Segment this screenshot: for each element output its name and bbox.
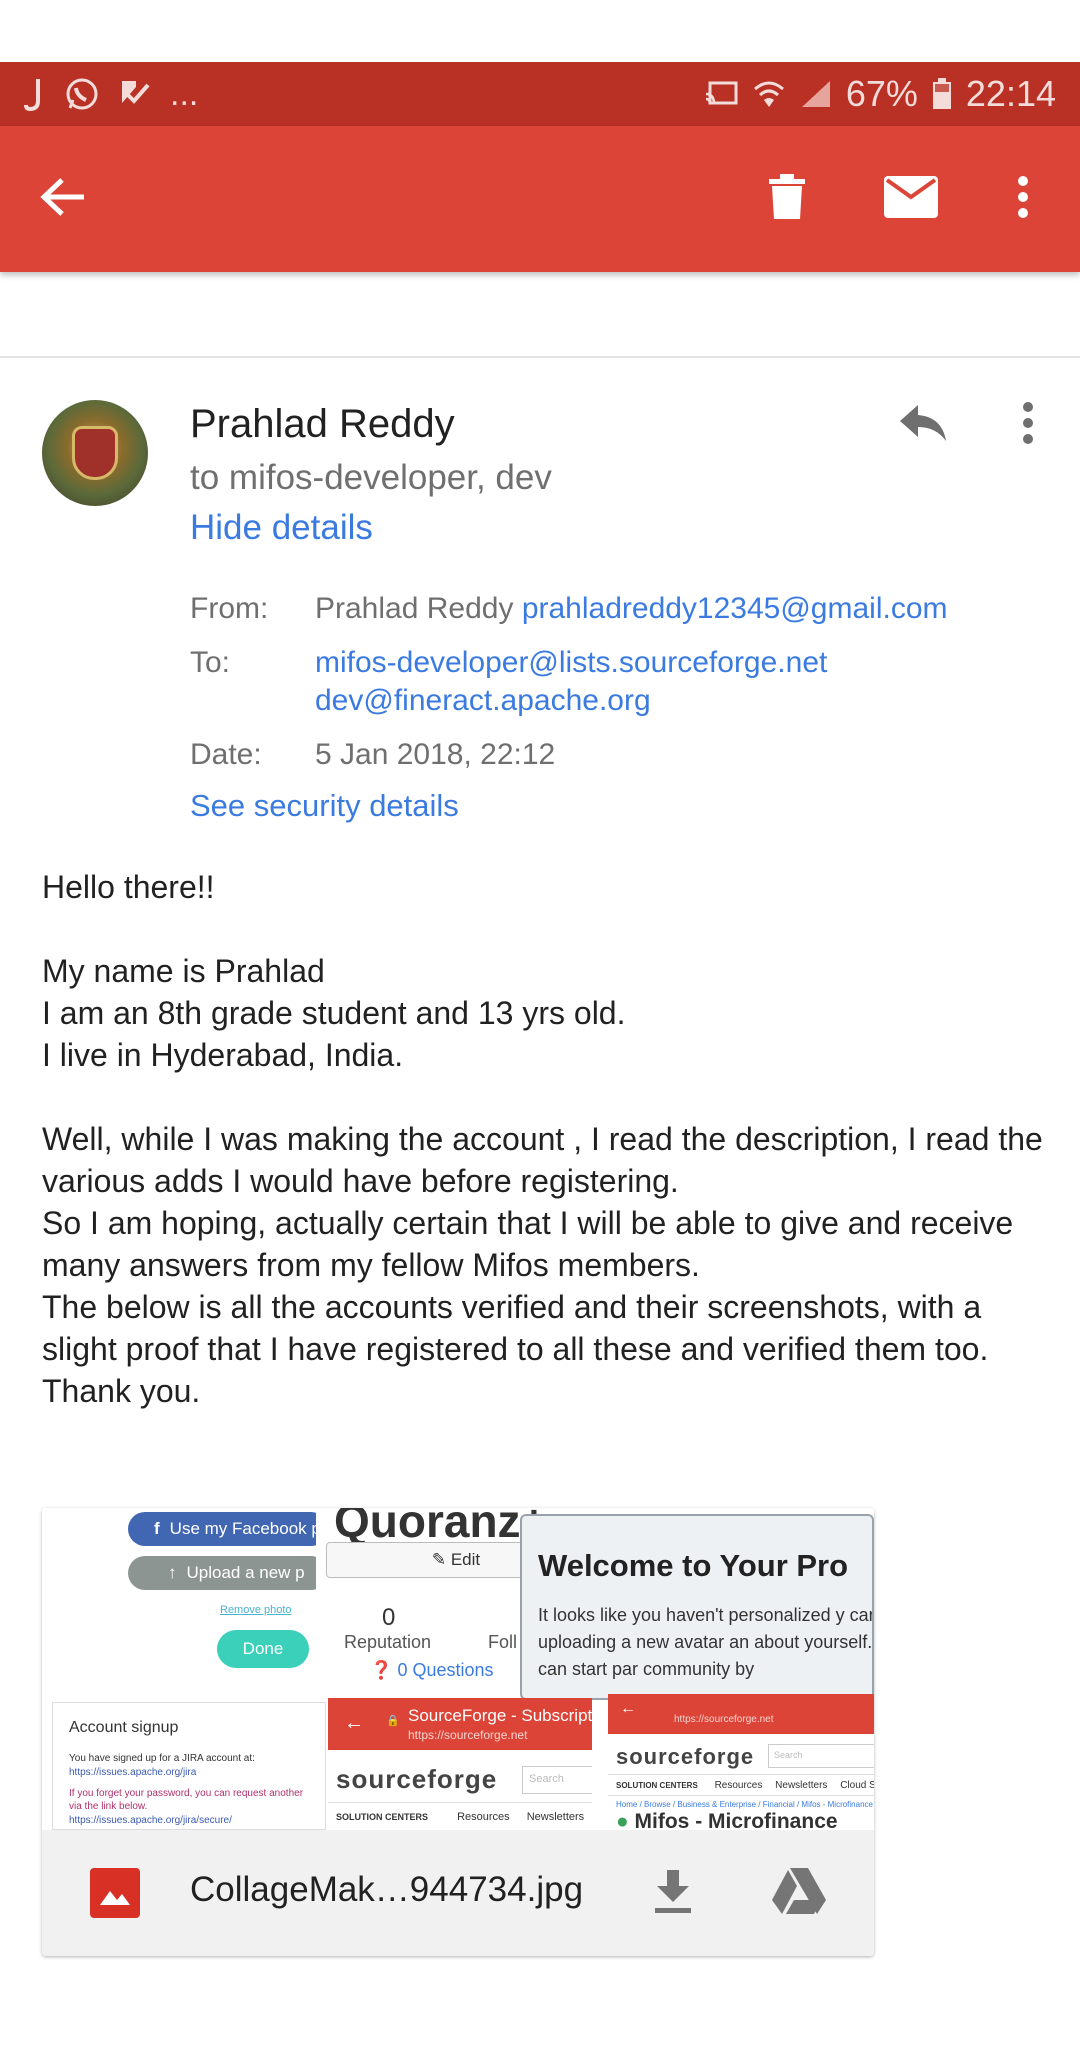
jira-line-1: You have signed up for a JIRA account at… [69, 1753, 255, 1764]
preview-panel-sourceforge-1: ← 🔒 SourceForge - Subscript https://sour… [328, 1698, 592, 1830]
battery-icon [932, 78, 952, 110]
download-button[interactable] [644, 1864, 702, 1922]
following-label: Foll [488, 1632, 518, 1652]
crest-icon [72, 426, 118, 480]
sf-logo: sourceforge [336, 1764, 498, 1794]
header-divider [0, 356, 1080, 358]
from-value: Prahlad Reddy prahladreddy12345@gmail.co… [315, 592, 948, 626]
globe-icon: ● [616, 1810, 629, 1830]
google-drive-icon [770, 1866, 828, 1921]
from-label: From: [190, 592, 269, 625]
questions-count: ❓ 0 Questions [370, 1660, 494, 1680]
reply-icon [898, 403, 948, 448]
arrow-up-icon: ↑ [168, 1563, 177, 1582]
more-vert-icon [1022, 401, 1034, 450]
to-label: To: [190, 646, 231, 679]
date-value: 5 Jan 2018, 22:12 [315, 738, 556, 771]
save-to-drive-button[interactable] [766, 1864, 832, 1922]
hide-details-link[interactable]: Hide details [190, 508, 373, 548]
sf-back-icon: ← [344, 1712, 364, 1734]
sf-tab-title: SourceForge - Subscript [408, 1706, 592, 1725]
security-details-link[interactable]: See security details [190, 788, 459, 824]
sf2-logo: sourceforge [616, 1744, 755, 1769]
preview-panel-jira-email: Account signup You have signed up for a … [52, 1702, 326, 1830]
jira-line-2: If you forget your password, you can req… [69, 1788, 304, 1812]
sender-avatar[interactable] [42, 400, 148, 506]
date-label: Date: [190, 738, 262, 771]
sf2-url: https://sourceforge.net [674, 1714, 774, 1725]
status-bar: ... 67% 22:14 [0, 62, 1080, 126]
delete-button[interactable] [754, 166, 820, 232]
sf2-search: Search [768, 1744, 874, 1768]
body-paragraph-2: Well, while I was making the account , I… [42, 1121, 1043, 1409]
signal-icon [800, 79, 832, 109]
message-body: Hello there!! My name is Prahlad I am an… [42, 866, 1052, 1412]
sf-header: ← 🔒 SourceForge - Subscript https://sour… [328, 1698, 592, 1750]
reputation-label: Reputation [344, 1632, 432, 1652]
message-more-button[interactable] [1010, 394, 1046, 456]
task-check-icon [118, 77, 152, 111]
delete-icon [767, 173, 807, 226]
music-note-icon [24, 77, 46, 111]
attachment-card[interactable]: f Use my Facebook p ↑ Upload a new p Remov… [42, 1508, 874, 1956]
whatsapp-icon [64, 76, 100, 112]
wrench-icon: ✎ [431, 1550, 447, 1569]
welcome-text: It looks like you haven't personalized y… [538, 1605, 873, 1679]
preview-panel-profile-photo: f Use my Facebook p ↑ Upload a new p Remov… [42, 1508, 316, 1698]
facebook-icon: f [154, 1519, 160, 1538]
arrow-back-icon [40, 177, 86, 222]
clock: 22:14 [965, 73, 1056, 114]
sf-url: https://sourceforge.net [408, 1728, 528, 1742]
to-email-link-2[interactable]: dev@fineract.apache.org [315, 684, 651, 718]
more-vert-icon [1017, 175, 1029, 224]
preview-panel-sourceforge-2: ← https://sourceforge.net sourceforge Se… [608, 1694, 874, 1830]
more-options-button[interactable] [1000, 166, 1046, 232]
jira-link-2: https://issues.apache.org/jira/secure/ [69, 1815, 232, 1826]
cast-icon [704, 80, 738, 108]
attachment-preview[interactable]: f Use my Facebook p ↑ Upload a new p Remov… [42, 1508, 874, 1830]
attachment-file-name[interactable]: CollageMak…944734.jpg [190, 1870, 583, 1910]
mark-unread-button[interactable] [878, 166, 944, 232]
image-file-icon [90, 1868, 140, 1918]
attachment-footer: CollageMak…944734.jpg [42, 1830, 874, 1956]
from-email-link[interactable]: prahladreddy12345@gmail.com [522, 592, 948, 625]
done-button: Done [217, 1630, 309, 1668]
wifi-icon [752, 79, 786, 109]
question-circle-icon: ❓ [370, 1660, 393, 1680]
from-name: Prahlad Reddy [315, 592, 514, 625]
body-greeting: Hello there!! [42, 869, 215, 905]
sf2-header: ← https://sourceforge.net [608, 1694, 874, 1734]
sf-nav: SOLUTION CENTERS Resources Newsletters [328, 1802, 592, 1830]
back-button[interactable] [30, 166, 96, 232]
top-band [0, 0, 1080, 62]
sender-name: Prahlad Reddy [190, 402, 455, 446]
lock-icon: 🔒 [386, 1715, 400, 1727]
body-paragraph-1: My name is Prahlad I am an 8th grade stu… [42, 953, 626, 1073]
mail-icon [884, 175, 938, 223]
sf2-project-title: ● Mifos - Microfinance [616, 1810, 838, 1830]
app-bar [0, 126, 1080, 272]
jira-link-1: https://issues.apache.org/jira [69, 1767, 197, 1778]
sf2-breadcrumb: Home / Browse / Business & Enterprise / … [616, 1800, 873, 1809]
battery-percent: 67% [845, 73, 918, 114]
to-email-link-1[interactable]: mifos-developer@lists.sourceforge.net [315, 646, 827, 680]
reputation-value: 0 [382, 1604, 396, 1631]
reply-button[interactable] [892, 394, 954, 456]
remove-photo-link: Remove photo [220, 1604, 292, 1616]
facebook-photo-button: f Use my Facebook p [128, 1512, 316, 1546]
preview-panel-welcome: Welcome to Your Pro It looks like you ha… [520, 1514, 874, 1700]
welcome-title: Welcome to Your Pro [538, 1548, 849, 1583]
recipients-summary: to mifos-developer, dev [190, 458, 552, 497]
upload-photo-button: ↑ Upload a new p [128, 1556, 316, 1590]
sf-search: Search [522, 1766, 592, 1794]
sf2-back-icon: ← [620, 1700, 636, 1717]
download-icon [653, 1868, 693, 1919]
status-overflow: ... [170, 74, 199, 113]
jira-title: Account signup [69, 1719, 179, 1736]
sf2-nav: SOLUTION CENTERS Resources Newsletters C… [608, 1774, 874, 1796]
